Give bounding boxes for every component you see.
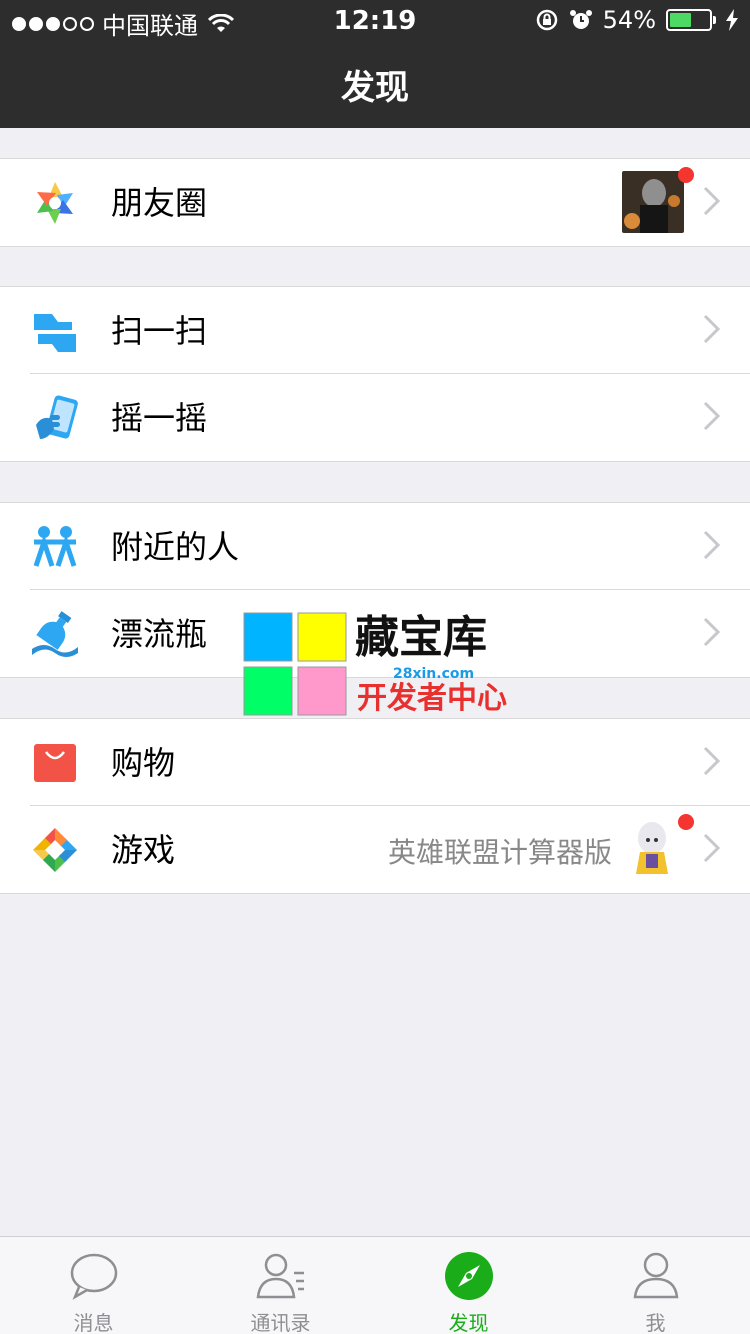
shake-icon <box>36 395 78 439</box>
page-title: 发现 <box>341 68 409 108</box>
menu-item-label: 购物 <box>111 744 176 782</box>
menu-item-label: 摇一摇 <box>111 399 208 437</box>
battery-percent: 54% <box>602 6 656 34</box>
menu-item-scan[interactable]: 扫一扫 <box>0 287 750 374</box>
menu-item-people-nearby[interactable]: 附近的人 <box>0 503 750 590</box>
battery-icon <box>666 9 716 31</box>
game-thumbnail <box>622 818 684 880</box>
watermark-subtitle: 开发者中心 <box>357 681 507 716</box>
tab-contacts[interactable]: 通讯录 <box>187 1237 374 1334</box>
drift-bottle-icon <box>32 611 78 657</box>
menu-group-moments: 朋友圈 <box>0 158 750 247</box>
menu-item-label: 扫一扫 <box>111 312 208 350</box>
menu-item-label: 朋友圈 <box>111 184 208 222</box>
profile-icon <box>633 1252 679 1299</box>
chevron-right-icon <box>703 530 721 560</box>
people-nearby-icon <box>33 526 77 567</box>
chevron-right-icon <box>703 401 721 431</box>
chevron-right-icon <box>703 833 721 863</box>
chat-bubble-icon <box>70 1253 118 1300</box>
tab-label: 通讯录 <box>250 1311 311 1334</box>
menu-group-scan-shake: 扫一扫 摇一摇 <box>0 286 750 462</box>
menu-item-label: 附近的人 <box>111 528 240 566</box>
alarm-icon <box>569 10 592 29</box>
watermark-url: 28xin.com <box>393 666 475 682</box>
tab-me[interactable]: 我 <box>562 1237 749 1334</box>
menu-item-label: 漂流瓶 <box>111 615 208 653</box>
shopping-bag-icon <box>34 744 76 782</box>
chevron-right-icon <box>703 186 721 216</box>
tab-label: 我 <box>645 1311 666 1334</box>
contacts-icon <box>256 1253 304 1299</box>
chevron-right-icon <box>703 617 721 647</box>
notification-badge <box>678 814 694 830</box>
menu-item-games[interactable]: 游戏 英雄联盟计算器版 <box>0 805 750 893</box>
watermark-title: 藏宝库 <box>355 612 487 663</box>
charging-icon <box>726 9 738 31</box>
game-subtitle: 英雄联盟计算器版 <box>387 836 612 869</box>
menu-item-label: 游戏 <box>111 831 176 869</box>
games-icon <box>33 828 77 872</box>
moments-thumbnail <box>622 171 684 233</box>
scan-icon <box>32 314 78 352</box>
chevron-right-icon <box>703 314 721 344</box>
tab-label: 发现 <box>448 1311 489 1334</box>
tab-bar: 消息 通讯录 发现 我 <box>0 1236 750 1334</box>
menu-item-shopping[interactable]: 购物 <box>0 719 750 806</box>
watermark-logo: 藏宝库 28xin.com 开发者中心 <box>243 612 513 718</box>
moments-icon <box>37 182 73 224</box>
compass-icon <box>445 1252 493 1300</box>
notification-badge <box>678 167 694 183</box>
menu-group-shopping-games: 购物 游戏 英雄联盟计算器版 <box>0 718 750 894</box>
menu-item-moments[interactable]: 朋友圈 <box>0 159 750 246</box>
tab-messages[interactable]: 消息 <box>0 1237 187 1334</box>
status-bar: 中国联通 12:19 54% <box>0 0 750 40</box>
tab-discover[interactable]: 发现 <box>375 1237 562 1334</box>
chevron-right-icon <box>703 746 721 776</box>
tab-label: 消息 <box>73 1311 114 1334</box>
menu-item-shake[interactable]: 摇一摇 <box>0 373 750 461</box>
header: 中国联通 12:19 54% 发现 <box>0 0 750 128</box>
rotation-lock-icon <box>536 9 557 31</box>
